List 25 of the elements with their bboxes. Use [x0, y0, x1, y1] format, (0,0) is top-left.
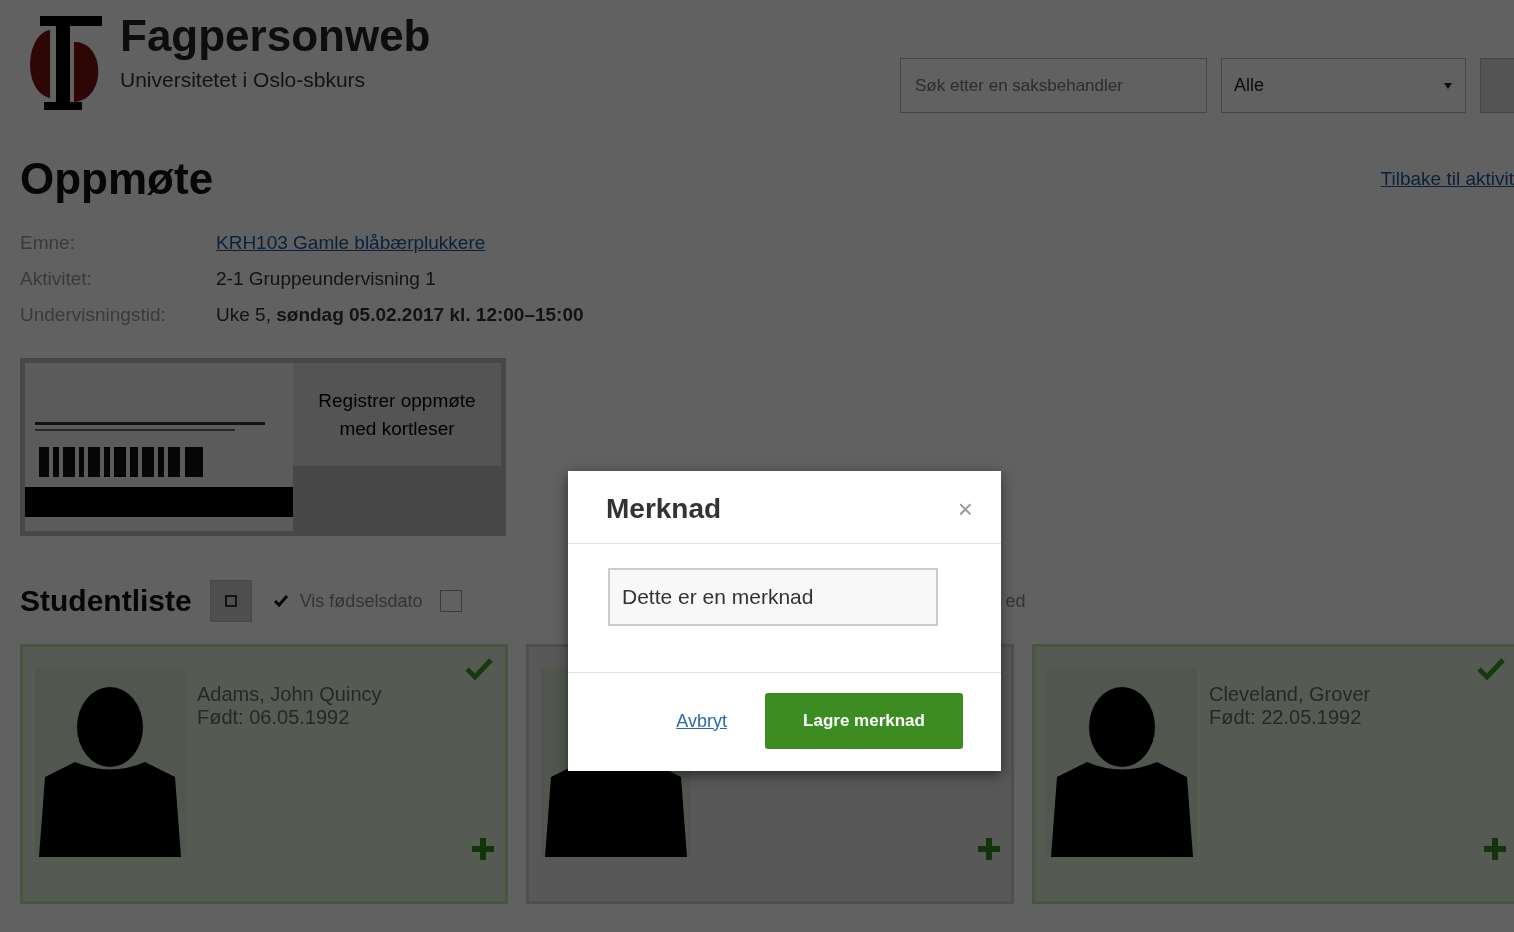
student-list-title: Studentliste	[20, 584, 192, 618]
cancel-link[interactable]: Avbryt	[676, 710, 727, 732]
square-icon	[224, 595, 237, 607]
detail-value: Uke 5, søndag 05.02.2017 kl. 12:00–15:00	[216, 304, 585, 326]
filter-dropdown[interactable]: Alle	[1221, 58, 1467, 113]
site-subtitle: Universitetet i Oslo-sbkurs	[120, 68, 367, 92]
site-title: Fagpersonweb	[120, 10, 431, 62]
dialog-title: Merknad	[606, 493, 722, 525]
check-icon	[273, 595, 288, 607]
checkbox[interactable]	[440, 590, 463, 612]
note-input-field[interactable]: Dette er en merknad	[608, 568, 938, 626]
person-silhouette-icon	[35, 667, 185, 857]
course-link[interactable]: KRH103 Gamle blåbærplukkere	[216, 232, 486, 254]
plus-icon	[1483, 837, 1507, 861]
plus-icon	[977, 837, 1001, 861]
print-button[interactable]	[209, 580, 252, 622]
back-link[interactable]: Tilbake til aktivit	[1380, 168, 1514, 190]
plus-icon	[471, 837, 495, 861]
close-button[interactable]: ×	[953, 493, 977, 525]
register-attendance-button[interactable]: Registrer oppmøte med kortleser	[293, 363, 501, 467]
detail-value: 2-1 Gruppeundervisning 1	[216, 268, 437, 290]
person-silhouette-icon	[1047, 667, 1197, 857]
page-title: Oppmøte	[20, 154, 214, 204]
save-note-button[interactable]: Lagre merknad	[765, 693, 963, 749]
caret-icon	[1443, 81, 1454, 90]
